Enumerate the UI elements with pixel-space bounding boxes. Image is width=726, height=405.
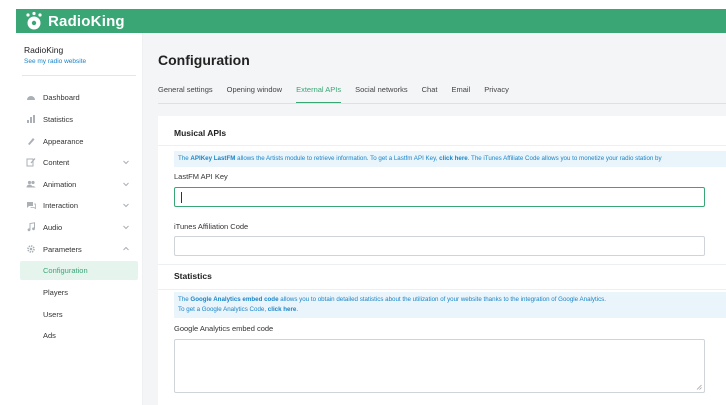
gear-icon — [27, 245, 35, 253]
chevron-down-icon — [123, 225, 129, 230]
tab-general-settings[interactable]: General settings — [158, 85, 213, 103]
music-icon — [27, 222, 35, 232]
chart-icon — [27, 115, 35, 123]
tab-opening-window[interactable]: Opening window — [227, 85, 282, 103]
section-divider — [158, 264, 726, 265]
text-caret — [181, 192, 182, 203]
lastfm-click-here-link[interactable]: click here — [439, 155, 468, 162]
lastfm-api-key-label: LastFM API Key — [174, 172, 228, 181]
sidebar-item-parameters[interactable]: Parameters — [20, 240, 138, 258]
sidebar-item-label: Appearance — [43, 136, 84, 146]
google-analytics-embed-code-textarea[interactable] — [174, 339, 705, 393]
itunes-affiliation-code-input[interactable] — [174, 236, 705, 256]
sidebar-subitem-users[interactable]: Users — [20, 305, 138, 324]
section-divider — [158, 289, 726, 290]
top-bar: RadioKing — [16, 9, 726, 33]
sidebar-item-label: Statistics — [43, 114, 74, 124]
sidebar-item-interaction[interactable]: Interaction — [20, 196, 138, 214]
sidebar-item-label: Content — [43, 157, 70, 167]
sidebar-item-dashboard[interactable]: Dashboard — [20, 88, 138, 106]
main-content: Configuration General settings Opening w… — [143, 33, 726, 405]
sidebar-item-label: Dashboard — [43, 92, 80, 102]
tab-email[interactable]: Email — [451, 85, 470, 103]
see-radio-website-link[interactable]: See my radio website — [24, 58, 86, 65]
sidebar-divider — [22, 75, 136, 76]
dashboard-icon — [27, 96, 35, 100]
tab-social-networks[interactable]: Social networks — [355, 85, 408, 103]
sidebar-item-label: Animation — [43, 179, 77, 189]
radioking-logo-icon[interactable] — [24, 11, 44, 31]
itunes-affiliation-code-label: iTunes Affiliation Code — [174, 222, 249, 231]
sidebar-item-label: Parameters — [43, 244, 82, 254]
lastfm-api-key-input[interactable] — [174, 187, 705, 207]
musical-apis-info: The APIKey LastFM allows the Artists mod… — [174, 151, 726, 167]
google-analytics-embed-code-label: Google Analytics embed code — [174, 324, 274, 333]
sidebar-subitem-players[interactable]: Players — [20, 283, 138, 302]
edit-icon — [26, 158, 36, 167]
users-icon — [26, 180, 36, 188]
chevron-down-icon — [123, 182, 129, 187]
chevron-up-icon — [123, 246, 129, 251]
sidebar-item-label: Interaction — [43, 200, 79, 210]
brush-icon — [28, 138, 35, 145]
sidebar-item-label: Audio — [43, 222, 63, 232]
sidebar-subitem-configuration[interactable]: Configuration — [20, 261, 138, 280]
statistics-info: The Google Analytics embed code allows y… — [174, 292, 726, 318]
sidebar-item-appearance[interactable]: Appearance — [20, 132, 138, 150]
chevron-down-icon — [123, 203, 129, 208]
sidebar-item-audio[interactable]: Audio — [20, 218, 138, 236]
settings-tabs: General settings Opening window External… — [158, 85, 523, 103]
chat-icon — [27, 202, 36, 210]
google-analytics-click-here-link[interactable]: click here — [268, 306, 297, 313]
tab-chat[interactable]: Chat — [422, 85, 438, 103]
app-logo-text[interactable]: RadioKing — [48, 13, 125, 30]
account-name: RadioKing — [24, 45, 64, 55]
sidebar-item-content[interactable]: Content — [20, 153, 138, 171]
tab-privacy[interactable]: Privacy — [484, 85, 509, 103]
sidebar: RadioKing See my radio website Dashboard… — [16, 33, 143, 405]
sidebar-item-animation[interactable]: Animation — [20, 175, 138, 193]
sidebar-item-statistics[interactable]: Statistics — [20, 110, 138, 128]
sidebar-subitem-ads[interactable]: Ads — [20, 326, 138, 345]
musical-apis-title: Musical APIs — [174, 128, 227, 138]
statistics-title: Statistics — [174, 271, 212, 281]
tabs-underline — [158, 103, 726, 104]
settings-card: Musical APIs The APIKey LastFM allows th… — [158, 116, 726, 405]
tab-external-apis[interactable]: External APIs — [296, 85, 342, 103]
chevron-down-icon — [123, 160, 129, 165]
resize-handle-icon[interactable] — [696, 384, 702, 390]
page-title: Configuration — [158, 52, 250, 68]
section-divider — [158, 145, 726, 146]
